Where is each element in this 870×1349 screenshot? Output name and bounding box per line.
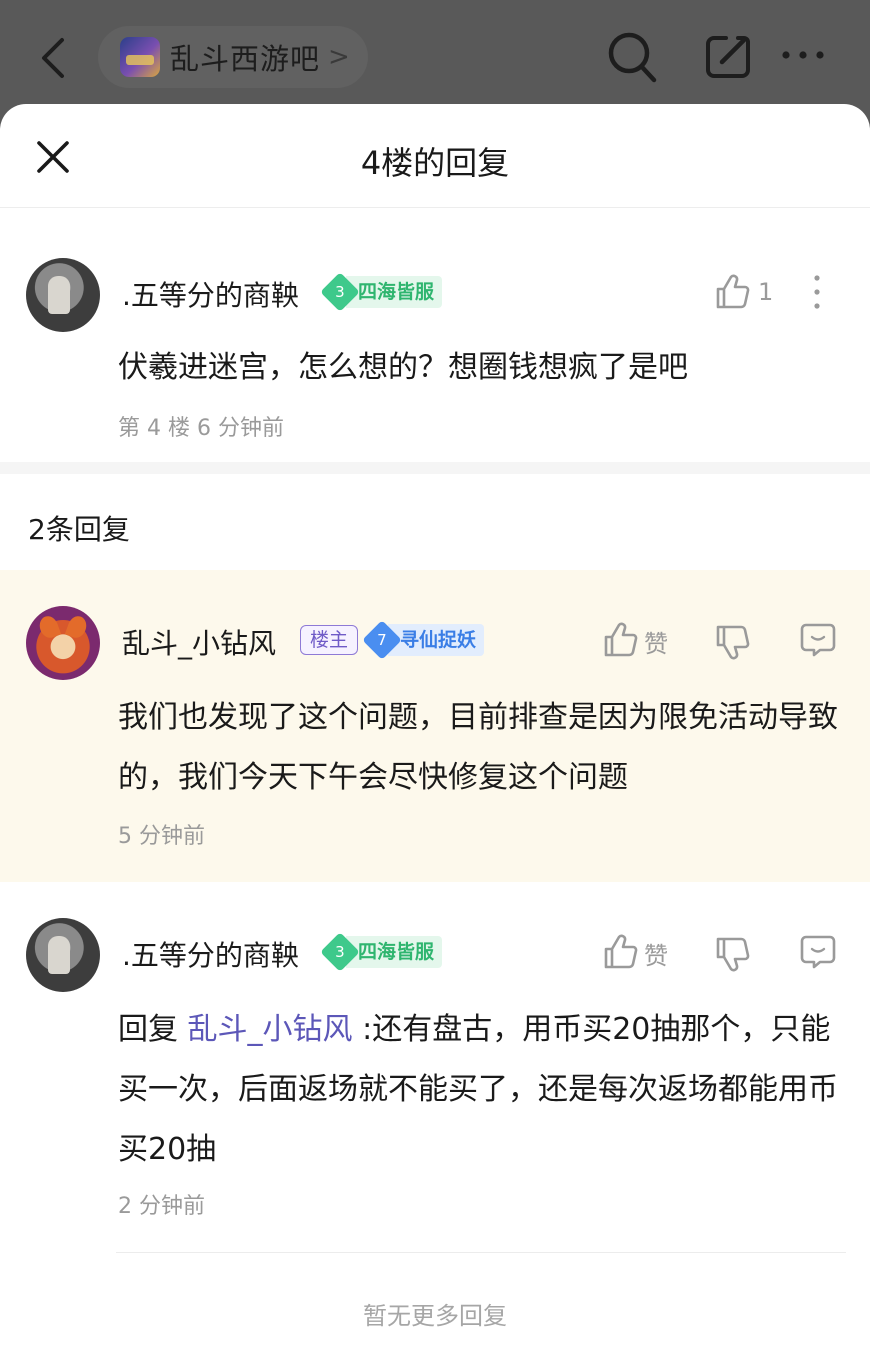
top-app-bar: 乱斗西游吧 > bbox=[0, 0, 870, 110]
reply-content: 我们也发现了这个问题，目前排查是因为限免活动导致的，我们今天下午会尽快修复这个问… bbox=[118, 700, 838, 795]
section-divider bbox=[0, 462, 870, 474]
thumbs-down-icon[interactable] bbox=[714, 936, 750, 972]
username[interactable]: 乱斗_小钻风 bbox=[122, 622, 276, 662]
reply-content: 回复 乱斗_小钻风 :还有盘古，用币买20抽那个，只能买一次，后面返场就不能买了… bbox=[118, 1000, 853, 1180]
more-icon[interactable] bbox=[780, 40, 826, 70]
avatar[interactable] bbox=[26, 606, 100, 680]
chevron-right-icon: > bbox=[328, 42, 350, 72]
reply-to-link[interactable]: 乱斗_小钻风 bbox=[188, 1012, 353, 1047]
back-icon[interactable] bbox=[34, 36, 74, 80]
thumbs-up-icon[interactable] bbox=[714, 274, 750, 310]
edit-icon[interactable] bbox=[704, 32, 752, 80]
reply-time: 5 分钟前 bbox=[118, 824, 205, 849]
owner-tag: 楼主 bbox=[300, 625, 359, 655]
more-vertical-icon[interactable] bbox=[812, 274, 822, 310]
comment-icon[interactable] bbox=[800, 622, 836, 658]
level-badge: 3 四海皆服 bbox=[320, 932, 443, 972]
username[interactable]: .五等分的商鞅 bbox=[122, 934, 299, 974]
reply-prefix: 回复 bbox=[118, 1012, 188, 1047]
thumbs-up-icon[interactable] bbox=[602, 934, 638, 970]
forum-name: 乱斗西游吧 bbox=[170, 42, 321, 76]
level-title: 四海皆服 bbox=[346, 936, 443, 968]
search-icon[interactable] bbox=[606, 30, 658, 84]
comment-icon[interactable] bbox=[800, 934, 836, 970]
sheet-header: 4楼的回复 bbox=[0, 104, 870, 208]
reply-time: 2 分钟前 bbox=[118, 1194, 205, 1219]
avatar[interactable] bbox=[26, 918, 100, 992]
sheet-title: 4楼的回复 bbox=[360, 144, 510, 182]
like-label[interactable]: 赞 bbox=[644, 624, 668, 659]
like-count: 1 bbox=[758, 278, 774, 306]
level-title: 四海皆服 bbox=[346, 276, 443, 308]
thumbs-up-icon[interactable] bbox=[602, 622, 638, 658]
reply-sheet: 4楼的回复 .五等分的商鞅 3 四海皆服 1 伏羲进迷宫，怎么想的？想圈钱想疯了… bbox=[0, 104, 870, 1349]
divider bbox=[116, 1252, 846, 1253]
thumbs-down-icon[interactable] bbox=[714, 624, 750, 660]
like-label[interactable]: 赞 bbox=[644, 936, 668, 971]
username[interactable]: .五等分的商鞅 bbox=[122, 274, 299, 314]
post-content: 伏羲进迷宫，怎么想的？想圈钱想疯了是吧 bbox=[118, 350, 688, 385]
forum-logo-icon bbox=[120, 37, 160, 77]
level-badge: 3 四海皆服 bbox=[320, 272, 443, 312]
avatar[interactable] bbox=[26, 258, 100, 332]
no-more-replies: 暂无更多回复 bbox=[363, 1302, 507, 1330]
forum-link[interactable]: 乱斗西游吧 > bbox=[98, 26, 368, 88]
post-meta: 第 4 楼 6 分钟前 bbox=[118, 416, 284, 441]
reply-count: 2条回复 bbox=[28, 513, 130, 546]
level-title: 寻仙捉妖 bbox=[388, 624, 485, 656]
level-badge: 7 寻仙捉妖 bbox=[362, 620, 485, 660]
